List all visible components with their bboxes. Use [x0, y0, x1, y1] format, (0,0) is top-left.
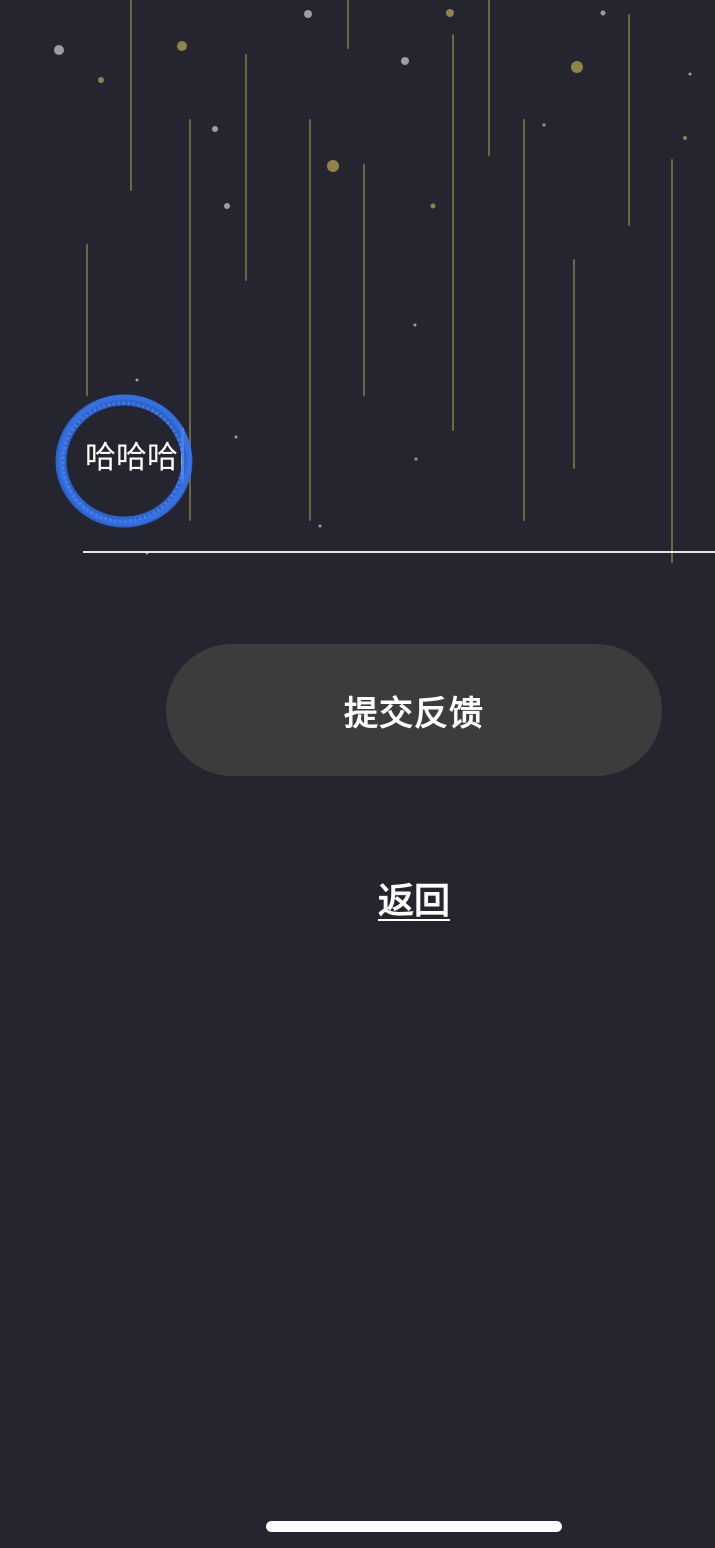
back-link-label: 返回 — [377, 881, 450, 922]
input-underline — [83, 551, 715, 553]
text-cursor — [181, 428, 184, 482]
back-link[interactable]: 返回 — [290, 872, 538, 924]
home-indicator[interactable] — [266, 1521, 562, 1532]
submit-feedback-button[interactable]: 提交反馈 — [166, 644, 662, 776]
submit-feedback-label: 提交反馈 — [344, 693, 484, 734]
feedback-input-text: 哈哈哈 — [85, 440, 178, 476]
feedback-screen: 哈哈哈 提交反馈 返回 — [0, 0, 715, 1548]
feedback-input[interactable]: 哈哈哈 — [83, 420, 715, 553]
